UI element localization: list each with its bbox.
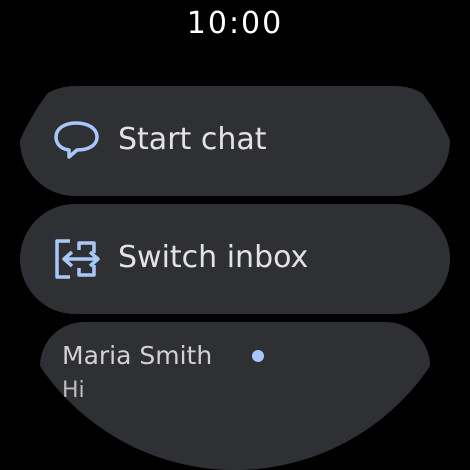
unread-indicator [252,350,264,362]
start-chat-label: Start chat [118,122,267,157]
conversation-item[interactable]: Maria Smith Hi [40,322,430,470]
chat-bubble-icon [52,119,100,163]
switch-account-icon [52,237,100,281]
switch-inbox-label: Switch inbox [118,240,309,275]
conversation-preview: Hi [62,378,85,403]
watch-screen: 10:00 Start chat Switch inbox Maria Smit… [0,0,470,470]
conversation-sender: Maria Smith [62,341,213,370]
clock-time: 10:00 [186,6,284,41]
switch-inbox-button[interactable]: Switch inbox [20,204,450,314]
start-chat-button[interactable]: Start chat [20,86,450,196]
